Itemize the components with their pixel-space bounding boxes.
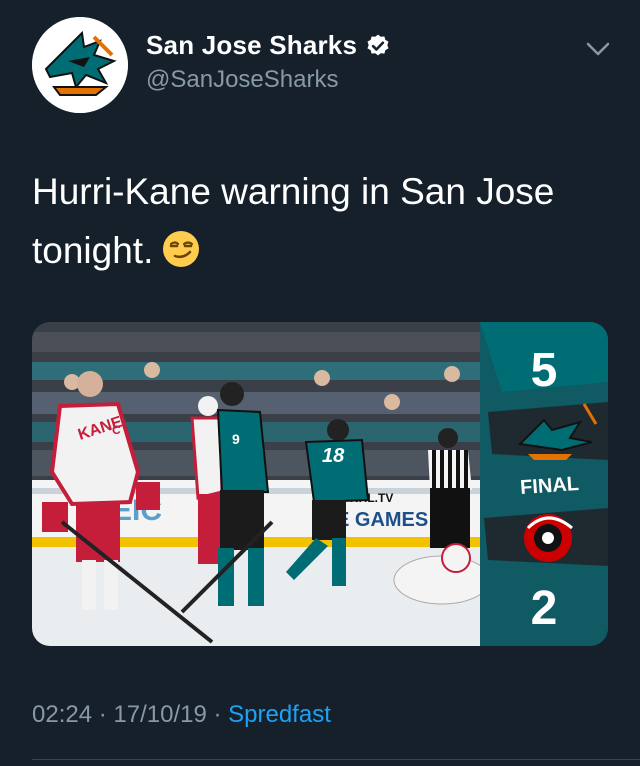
tweet-text-line-2: tonight. bbox=[32, 221, 622, 280]
author-name-row[interactable]: San Jose Sharks bbox=[146, 30, 391, 61]
verified-badge-icon bbox=[365, 33, 391, 59]
tweet-source-link[interactable]: Spredfast bbox=[228, 701, 331, 728]
score-home: 5 bbox=[531, 344, 558, 397]
meta-separator: · bbox=[206, 701, 229, 728]
chevron-down-icon[interactable] bbox=[584, 38, 612, 60]
tweet-time[interactable]: 02:24 bbox=[32, 701, 92, 728]
hockey-game-photo: EIC NHL.TV E GAMES KANE C 9 18 5 FINAL 2 bbox=[32, 322, 608, 646]
avatar[interactable] bbox=[32, 17, 128, 113]
score-away: 2 bbox=[531, 582, 558, 635]
board-text-games: E GAMES bbox=[336, 509, 428, 531]
tweet-date[interactable]: 17/10/19 bbox=[113, 701, 206, 728]
score-status: FINAL bbox=[519, 473, 579, 499]
tweet-text-line-1: Hurri-Kane warning in San Jose bbox=[32, 171, 555, 212]
jersey-captain-letter: C bbox=[112, 423, 121, 437]
smirking-face-emoji-icon bbox=[161, 227, 201, 267]
jersey-number-18: 18 bbox=[322, 445, 345, 467]
tweet-text-line-2-text: tonight. bbox=[32, 230, 154, 271]
score-panel: 5 FINAL 2 bbox=[480, 322, 608, 646]
jersey-number-9: 9 bbox=[232, 431, 240, 447]
author-handle[interactable]: @SanJoseSharks bbox=[146, 66, 338, 94]
tweet-media-image[interactable]: EIC NHL.TV E GAMES KANE C 9 18 5 FINAL 2 bbox=[32, 322, 608, 646]
tweet-text: Hurri-Kane warning in San Jose tonight. bbox=[32, 162, 622, 280]
tweet-meta: 02:24 · 17/10/19 · Spredfast bbox=[32, 701, 331, 729]
display-name[interactable]: San Jose Sharks bbox=[146, 30, 357, 61]
divider bbox=[32, 759, 640, 760]
meta-separator: · bbox=[92, 701, 114, 728]
sharks-logo-icon bbox=[32, 17, 128, 113]
hurricanes-logo-icon bbox=[524, 514, 573, 562]
